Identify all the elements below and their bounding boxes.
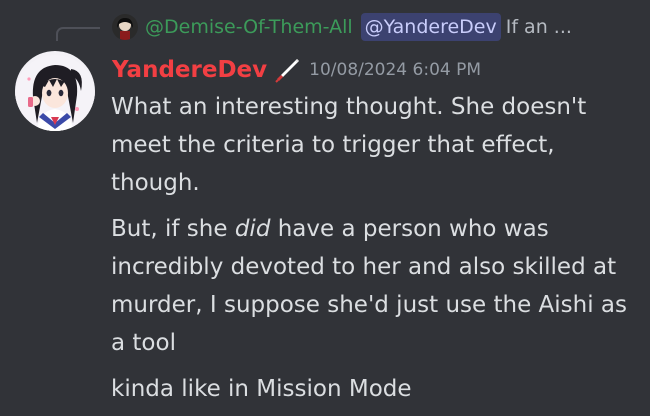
reply-author[interactable]: @Demise-Of-Them-All (145, 16, 353, 38)
message-paragraph: But, if she did have a person who was in… (111, 210, 643, 362)
reply-preview[interactable]: If an ... (506, 16, 572, 38)
message-header: YandereDev 10/08/2024 6:04 PM (112, 52, 481, 88)
author-name[interactable]: YandereDev (112, 57, 267, 83)
message-timestamp[interactable]: 10/08/2024 6:04 PM (309, 60, 481, 80)
knife-icon[interactable] (273, 56, 301, 84)
message-paragraph: kinda like in Mission Mode (111, 376, 412, 402)
paragraph-text: But, if she (111, 216, 235, 242)
mention-yanderedev[interactable]: @YandereDev (360, 13, 501, 41)
message-paragraph: What an interesting thought. She doesn't… (111, 94, 587, 196)
message-content: What an interesting thought. She doesn't… (111, 88, 643, 416)
reply-reference[interactable]: @Demise-Of-Them-All @YandereDev If an ..… (112, 12, 572, 42)
reply-avatar[interactable] (112, 14, 138, 40)
reply-connector (56, 27, 100, 41)
emphasis-text: did (234, 216, 271, 242)
author-avatar[interactable] (15, 51, 95, 131)
